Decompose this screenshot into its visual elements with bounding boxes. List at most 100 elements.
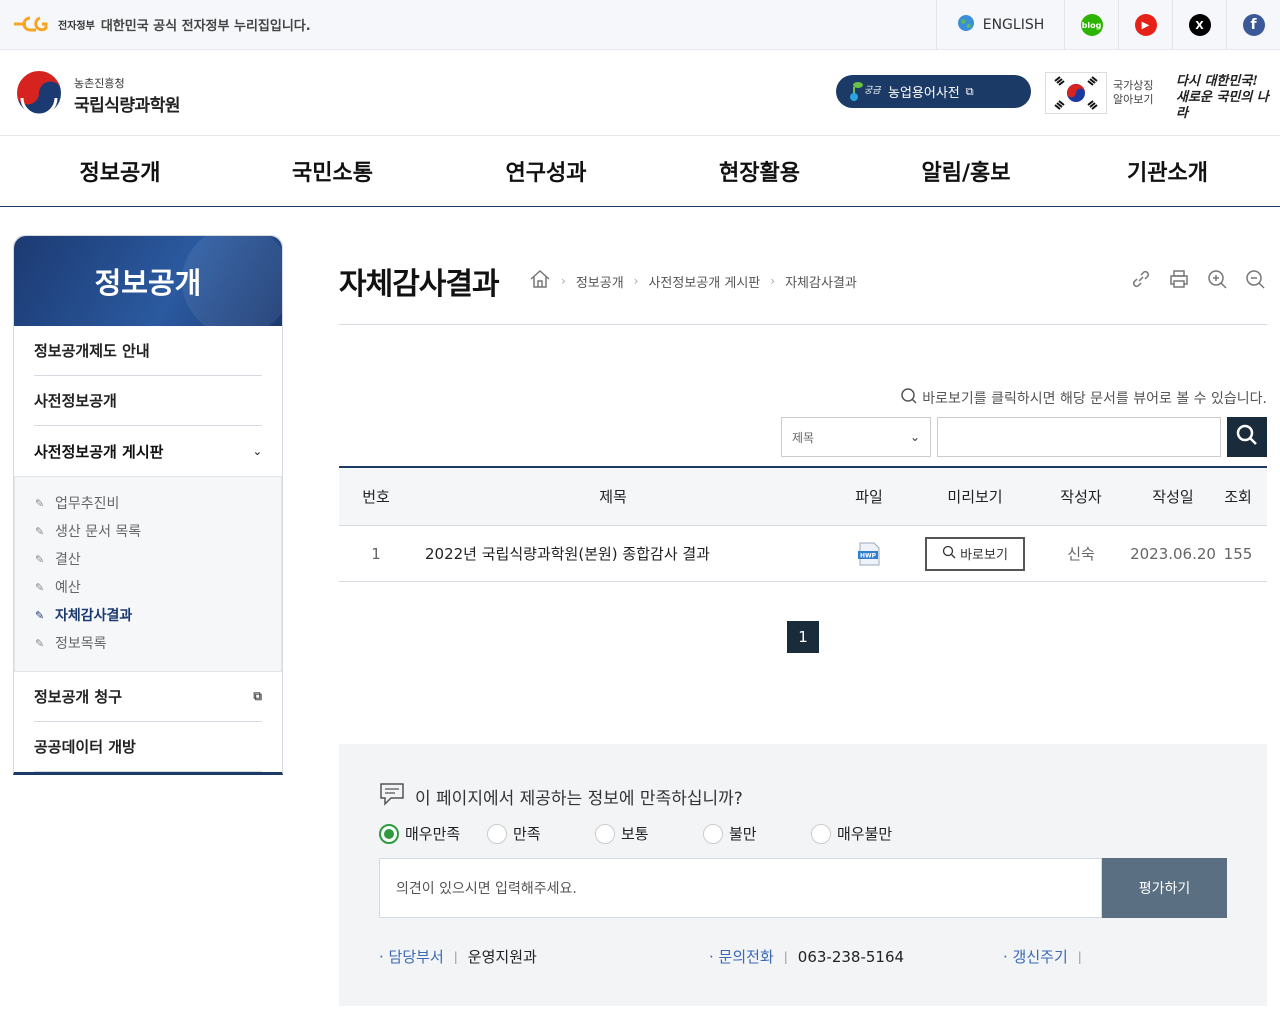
pencil-icon: ✎ (35, 608, 45, 622)
radio-checked[interactable] (379, 823, 399, 844)
site-logo[interactable]: 농촌진흥청 국립식량과학원 (14, 68, 180, 122)
option-label: 매우만족 (405, 825, 461, 843)
zoom-in-icon[interactable] (1205, 267, 1229, 291)
cycle-label-text: 갱신주기 (1012, 948, 1068, 966)
chevron-down-icon: ⌄ (252, 444, 262, 458)
agri-dictionary-button[interactable]: 궁금 농업용어사전 ⧉ (836, 75, 1031, 108)
search-button[interactable] (1227, 417, 1267, 457)
phone-value: 063-238-5164 (797, 947, 905, 966)
gnb-field[interactable]: 현장활용 (667, 136, 852, 206)
org-parent: 농촌진흥청 (74, 76, 125, 90)
svg-text:궁금: 궁금 (864, 85, 881, 96)
option-dissatisfied[interactable]: 불만 (703, 823, 811, 844)
option-very-satisfied[interactable]: 매우만족 (379, 823, 487, 844)
search-icon (1236, 424, 1258, 450)
facebook-icon: f (1242, 14, 1265, 36)
opinion-input[interactable]: 의견이 있으시면 입력해주세요. (379, 858, 1102, 918)
taegukgi-icon (1045, 72, 1107, 114)
lnb-item-guide[interactable]: 정보공개제도 안내 (34, 326, 262, 376)
hwp-label: HWP (860, 552, 877, 559)
col-author: 작성자 (1060, 488, 1102, 506)
blog-link[interactable]: blog (1064, 0, 1118, 50)
file-download[interactable]: HWP (813, 526, 925, 581)
print-icon[interactable] (1167, 267, 1191, 291)
breadcrumb-separator: › (561, 274, 566, 288)
row-title-link[interactable]: 2022년 국립식량과학원(본원) 종합감사 결과 (413, 526, 813, 581)
preview-button[interactable]: 바로보기 (925, 536, 1025, 571)
lnb-item-open-data[interactable]: 공공데이터 개방 (34, 722, 262, 772)
lnb-item-prior-disclosure[interactable]: 사전정보공개 (34, 376, 262, 426)
zoom-out-icon[interactable] (1243, 267, 1267, 291)
facebook-link[interactable]: f (1226, 0, 1280, 50)
option-label: 불만 (729, 825, 757, 843)
home-icon[interactable] (529, 269, 551, 293)
breadcrumb: › 정보공개 › 사전정보공개 게시판 › 자체감사결과 (529, 269, 857, 293)
option-satisfied[interactable]: 만족 (487, 823, 595, 844)
dept-value: 운영지원과 (467, 948, 537, 966)
search-field-select[interactable]: 제목 ⌄ (781, 417, 931, 457)
pencil-icon: ✎ (35, 524, 45, 538)
youtube-link[interactable]: ▶ (1118, 0, 1172, 50)
flag-text-2: 알아보기 (1113, 93, 1154, 106)
option-very-dissatisfied[interactable]: 매우불만 (811, 823, 919, 844)
speech-bubble-icon (379, 782, 405, 811)
lnb-sub-item-active[interactable]: ✎ 자체감사결과 (35, 601, 261, 629)
pagination-current-page[interactable]: 1 (787, 621, 819, 653)
radio[interactable] (487, 823, 507, 844)
lnb-sub-item[interactable]: ✎ 결산 (35, 545, 261, 573)
pencil-icon: ✎ (35, 636, 45, 650)
chevron-down-icon: ⌄ (909, 430, 920, 444)
national-symbol-link[interactable]: 국가상징 알아보기 (1045, 72, 1163, 114)
lnb-item-request[interactable]: 정보공개 청구 ⧉ (34, 672, 262, 722)
english-link[interactable]: ENGLISH (936, 0, 1064, 50)
phone-label-text: 문의전화 (718, 948, 774, 966)
link-copy-icon[interactable] (1129, 267, 1153, 291)
lnb-item-board[interactable]: 사전정보공개 게시판 ⌄ (34, 426, 262, 476)
lnb-item-label: 공공데이터 개방 (34, 738, 136, 756)
viewer-notice: 바로보기를 클릭하시면 해당 문서를 뷰어로 볼 수 있습니다. (900, 387, 1267, 409)
table-row: 1 2022년 국립식량과학원(본원) 종합감사 결과 HWP 바로보기 신숙 … (339, 526, 1267, 582)
breadcrumb-item[interactable]: 자체감사결과 (785, 272, 857, 291)
lnb-sub-label: 업무추진비 (55, 496, 120, 512)
lnb-sub-label: 자체감사결과 (55, 608, 133, 624)
gnb-info-disclosure[interactable]: 정보공개 (0, 136, 240, 206)
egov-tag: 전자정부 (58, 20, 95, 32)
col-date: 작성일 (1152, 488, 1194, 506)
gnb-about[interactable]: 기관소개 (1080, 136, 1255, 206)
row-views: 155 (1223, 544, 1253, 563)
taegeuk-logo-icon (14, 68, 64, 122)
submit-rating-button[interactable]: 평가하기 (1102, 858, 1227, 918)
radio[interactable] (595, 823, 615, 844)
breadcrumb-item[interactable]: 정보공개 (576, 272, 624, 291)
lnb-submenu: ✎ 업무추진비 ✎ 생산 문서 목록 ✎ 결산 ✎ 예산 ✎ 자체감사결과 ✎ 정보목록 (14, 476, 282, 672)
slogan-line-1: 다시 대한민국! (1176, 74, 1258, 89)
slogan-line-2: 새로운 국민의 나라 (1176, 90, 1269, 121)
search-input[interactable] (937, 417, 1221, 457)
notice-text: 바로보기를 클릭하시면 해당 문서를 뷰어로 볼 수 있습니다. (922, 391, 1267, 407)
preview-label: 바로보기 (960, 548, 1008, 563)
divider: | (783, 949, 788, 964)
breadcrumb-item[interactable]: 사전정보공개 게시판 (648, 272, 760, 291)
gnb-news[interactable]: 알림/홍보 (852, 136, 1080, 206)
lnb-item-label: 사전정보공개 (34, 392, 117, 410)
breadcrumb-separator: › (633, 274, 639, 288)
main-navigation: 정보공개 국민소통 연구성과 현장활용 알림/홍보 기관소개 (0, 136, 1280, 207)
radio[interactable] (703, 823, 723, 844)
table-header: 번호 제목 파일 미리보기 작성자 작성일 조회 (339, 468, 1267, 526)
gnb-communication[interactable]: 국민소통 (240, 136, 425, 206)
row-number: 1 (371, 544, 381, 563)
globe-icon (957, 14, 975, 36)
lnb-sub-item[interactable]: ✎ 업무추진비 (35, 489, 261, 517)
gnb-research[interactable]: 연구성과 (425, 136, 667, 206)
org-name: 국립식량과학원 (74, 95, 180, 116)
option-neutral[interactable]: 보통 (595, 823, 703, 844)
radio[interactable] (811, 823, 831, 844)
search-icon (900, 387, 918, 409)
dept-label-text: 담당부서 (388, 948, 444, 966)
page-manager-info: · 담당부서 | 운영지원과 · 문의전화 | 063-238-5164 · 갱… (379, 946, 1227, 967)
lnb-sub-item[interactable]: ✎ 정보목록 (35, 629, 261, 657)
lnb-sub-item[interactable]: ✎ 생산 문서 목록 (35, 517, 261, 545)
flag-text-1: 국가상징 (1113, 79, 1154, 92)
lnb-sub-item[interactable]: ✎ 예산 (35, 573, 261, 601)
x-link[interactable]: X (1172, 0, 1226, 50)
